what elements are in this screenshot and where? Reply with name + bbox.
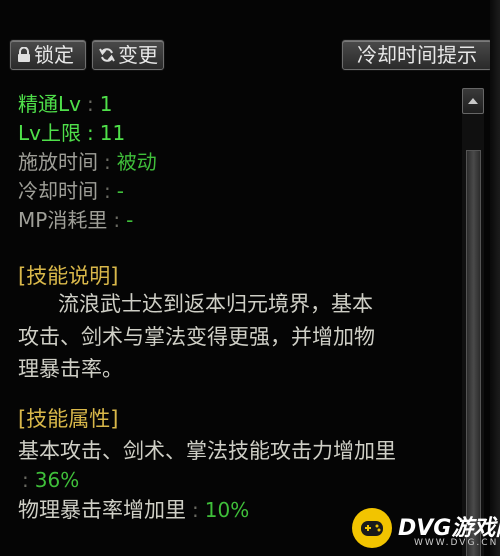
attribute-value: 10% bbox=[204, 498, 250, 522]
mastery-value: 1 bbox=[99, 92, 113, 116]
mastery-row: 精通Lv:1 bbox=[18, 90, 112, 118]
chevron-up-icon bbox=[468, 98, 478, 104]
attribute-line: 基本攻击、剑术、掌法技能攻击力增加里 bbox=[18, 439, 396, 463]
lock-icon bbox=[18, 47, 30, 62]
cooldown-hint-button[interactable]: 冷却时间提示 bbox=[342, 40, 492, 70]
change-button[interactable]: 变更 bbox=[92, 40, 164, 70]
cast-time-row: 施放时间: 被动 bbox=[18, 148, 157, 176]
description-line: 攻击、剑术与掌法变得更强，并增加物 bbox=[18, 325, 375, 349]
separator: : bbox=[22, 468, 29, 492]
attributes-header: [技能属性] bbox=[18, 407, 119, 431]
scroll-up-button[interactable] bbox=[462, 88, 484, 114]
cast-time-label: 施放时间 bbox=[18, 150, 98, 174]
watermark-logo: DVG游戏网 WWW.DVG.CN bbox=[352, 508, 500, 556]
separator: : bbox=[104, 150, 111, 174]
change-label: 变更 bbox=[118, 43, 158, 67]
watermark-url: WWW.DVG.CN bbox=[414, 538, 499, 548]
lock-label: 锁定 bbox=[34, 43, 74, 67]
separator: : bbox=[192, 498, 199, 522]
mp-cost-label: MP消耗里 bbox=[18, 208, 108, 232]
gamepad-icon bbox=[352, 508, 392, 548]
mp-cost-value: - bbox=[126, 208, 134, 232]
scrollbar-thumb[interactable] bbox=[466, 150, 481, 556]
separator: : bbox=[86, 92, 94, 116]
cast-time-value: 被动 bbox=[116, 150, 157, 174]
description-header: [技能说明] bbox=[18, 264, 119, 288]
description-line: 理暴击率。 bbox=[18, 357, 123, 381]
mp-cost-row: MP消耗里: - bbox=[18, 206, 133, 234]
lv-cap-row: Lv上限:11 bbox=[18, 119, 125, 147]
cooldown-value: - bbox=[116, 179, 124, 203]
lock-button[interactable]: 锁定 bbox=[10, 40, 86, 70]
refresh-icon bbox=[99, 48, 115, 62]
cooldown-label: 冷却时间 bbox=[18, 179, 98, 203]
lv-cap-label: Lv上限 bbox=[18, 121, 81, 145]
mastery-label: 精通Lv bbox=[18, 92, 81, 116]
separator: : bbox=[86, 121, 94, 145]
description-line: 流浪武士达到返本归元境界，基本 bbox=[58, 292, 373, 316]
cooldown-hint-label: 冷却时间提示 bbox=[357, 43, 477, 67]
panel-edge bbox=[490, 0, 500, 556]
skill-tooltip-panel: 锁定 变更 冷却时间提示 精通Lv:1 Lv上限:11 施放时间: 被动 冷却时间… bbox=[0, 0, 500, 556]
cooldown-row: 冷却时间: - bbox=[18, 177, 124, 205]
attribute-line-row: 物理暴击率增加里:10% bbox=[18, 496, 249, 524]
separator: : bbox=[113, 208, 121, 232]
attribute-value: 36% bbox=[34, 468, 80, 492]
attribute-line: 物理暴击率增加里 bbox=[18, 498, 186, 522]
lv-cap-value: 11 bbox=[99, 121, 126, 145]
separator: : bbox=[104, 179, 111, 203]
attribute-value-row: :36% bbox=[22, 466, 79, 494]
